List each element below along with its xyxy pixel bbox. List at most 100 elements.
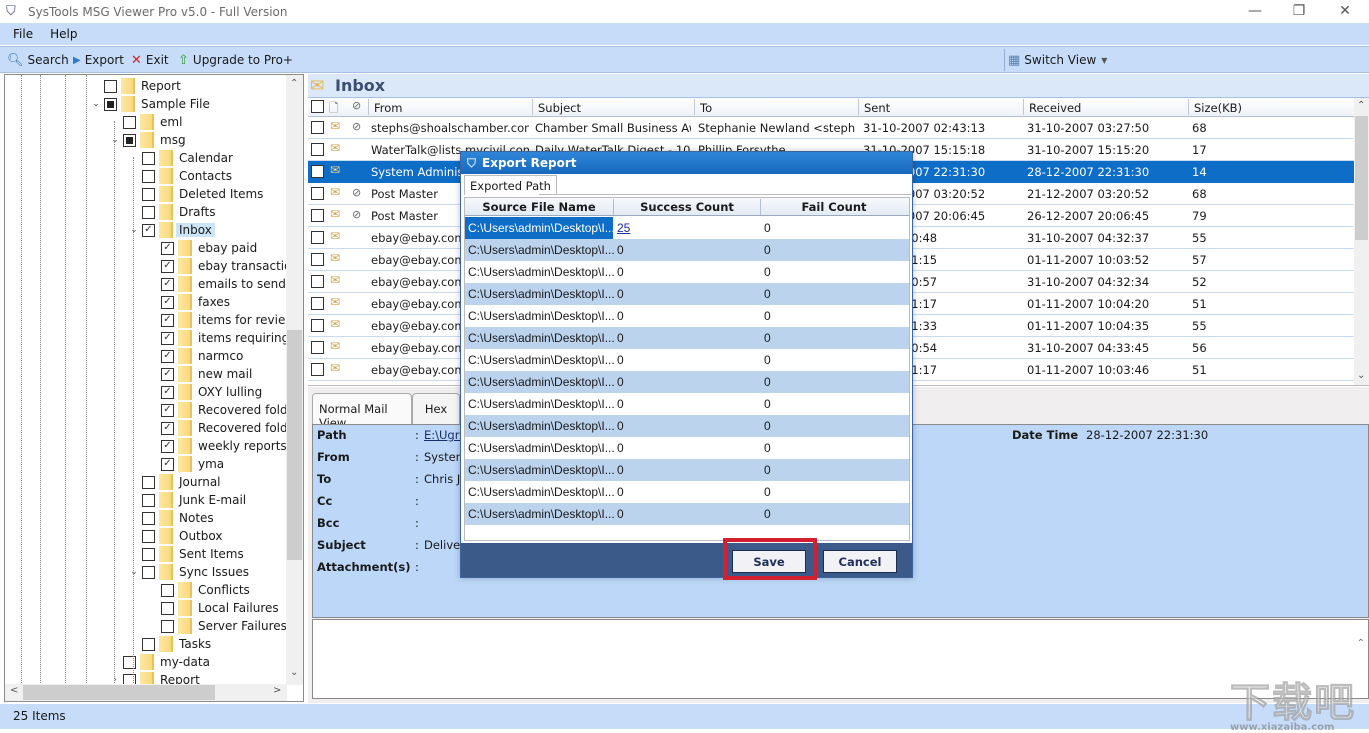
row-checkbox[interactable] bbox=[311, 253, 324, 266]
col-success-count[interactable]: Success Count bbox=[614, 200, 760, 214]
save-button[interactable]: Save bbox=[732, 550, 806, 573]
exit-button[interactable]: ✕ Exit bbox=[131, 47, 169, 73]
tree-checkbox[interactable]: ✓ bbox=[161, 439, 174, 453]
tree-item[interactable]: ✓ narmco bbox=[147, 347, 243, 365]
tree-item[interactable]: ✓ ebay paid bbox=[147, 239, 257, 257]
switch-view-button[interactable]: ▦ Switch View ▼ bbox=[1008, 47, 1107, 73]
report-row[interactable]: C:\Users\admin\Desktop\I... 0 0 bbox=[465, 283, 909, 305]
scroll-up-icon[interactable]: ⌃ bbox=[1357, 100, 1365, 111]
col-source-file-name[interactable]: Source File Name bbox=[465, 200, 613, 214]
tree-item[interactable]: Local Failures bbox=[147, 599, 279, 617]
tree-checkbox[interactable] bbox=[161, 583, 174, 597]
tab-hex[interactable]: Hex bbox=[412, 393, 460, 425]
tree-item[interactable]: ✓ emails to send bbox=[147, 275, 286, 293]
maximize-button[interactable]: ❐ bbox=[1276, 0, 1322, 23]
tree-item[interactable]: Outbox bbox=[128, 527, 222, 545]
tree-hscroll-thumb[interactable] bbox=[23, 685, 215, 700]
scroll-left-icon[interactable]: < bbox=[10, 685, 18, 696]
tree-checkbox[interactable]: ✓ bbox=[161, 385, 174, 399]
tree-horizontal-scrollbar[interactable]: < > bbox=[5, 684, 287, 701]
chevron-down-icon[interactable]: ⌄ bbox=[90, 99, 102, 109]
report-row[interactable]: C:\Users\admin\Desktop\I... 0 0 bbox=[465, 393, 909, 415]
tree-checkbox[interactable] bbox=[142, 565, 155, 579]
dialog-title-bar[interactable]: ⛉ Export Report bbox=[461, 152, 912, 174]
scroll-down-icon[interactable]: ⌄ bbox=[290, 667, 298, 678]
row-checkbox[interactable] bbox=[311, 209, 324, 222]
email-row[interactable]: ✉ ⊘ stephs@shoalschamber.com Chamber Small … bbox=[308, 117, 1354, 139]
tree-item[interactable]: Tasks bbox=[128, 635, 211, 653]
tree-item[interactable]: Server Failures bbox=[147, 617, 287, 635]
tree-checkbox[interactable] bbox=[142, 529, 155, 543]
tree-checkbox[interactable] bbox=[123, 115, 136, 129]
tree-item[interactable]: Contacts bbox=[128, 167, 232, 185]
report-row[interactable]: C:\Users\admin\Desktop\I... 0 0 bbox=[465, 415, 909, 437]
chevron-down-icon[interactable]: ⌄ bbox=[109, 135, 121, 145]
row-checkbox[interactable] bbox=[311, 319, 324, 332]
row-checkbox[interactable] bbox=[311, 363, 324, 376]
select-all-checkbox[interactable] bbox=[311, 100, 324, 113]
row-checkbox[interactable] bbox=[311, 275, 324, 288]
tree-checkbox[interactable] bbox=[104, 97, 117, 111]
tree-item[interactable]: Conflicts bbox=[147, 581, 250, 599]
chevron-down-icon[interactable]: ⌄ bbox=[128, 567, 140, 577]
tree-checkbox[interactable] bbox=[142, 475, 155, 489]
tree-checkbox[interactable]: ✓ bbox=[161, 403, 174, 417]
report-row[interactable]: C:\Users\admin\Desktop\I... 0 0 bbox=[465, 239, 909, 261]
tree-item[interactable]: Calendar bbox=[128, 149, 233, 167]
row-checkbox[interactable] bbox=[311, 231, 324, 244]
row-checkbox[interactable] bbox=[311, 187, 324, 200]
tab-normal-mail-view[interactable]: Normal Mail View bbox=[312, 393, 412, 430]
tree-checkbox[interactable]: ✓ bbox=[161, 367, 174, 381]
tree-checkbox[interactable]: ✓ bbox=[142, 223, 155, 237]
tree-checkbox[interactable] bbox=[123, 655, 136, 669]
report-row[interactable]: C:\Users\admin\Desktop\I... 0 0 bbox=[465, 459, 909, 481]
upgrade-button[interactable]: ⇧ Upgrade to Pro+ bbox=[178, 47, 293, 73]
tree-checkbox[interactable] bbox=[142, 493, 155, 507]
tree-checkbox[interactable]: ✓ bbox=[161, 421, 174, 435]
row-checkbox[interactable] bbox=[311, 341, 324, 354]
tree-item[interactable]: ⌄ Sync Issues bbox=[128, 563, 249, 581]
tree-item[interactable]: ⌄ Sample File bbox=[90, 95, 210, 113]
report-row[interactable]: C:\Users\admin\Desktop\I... 0 0 bbox=[465, 371, 909, 393]
search-button[interactable]: 🔍︎ Search bbox=[7, 47, 69, 73]
report-row[interactable]: C:\Users\admin\Desktop\I... 0 0 bbox=[465, 437, 909, 459]
tree-item[interactable]: ✓ ebay transaction bbox=[147, 257, 299, 275]
tree-item[interactable]: Notes bbox=[128, 509, 214, 527]
tree-item[interactable]: my-data bbox=[109, 653, 210, 671]
tree-checkbox[interactable]: ✓ bbox=[161, 457, 174, 471]
tree-item[interactable]: ✓ faxes bbox=[147, 293, 230, 311]
row-checkbox[interactable] bbox=[311, 143, 324, 156]
tree-checkbox[interactable] bbox=[142, 187, 155, 201]
tree-item[interactable]: ✓ Recovered folde bbox=[147, 401, 295, 419]
tree-item[interactable]: Drafts bbox=[128, 203, 216, 221]
minimize-button[interactable]: — bbox=[1232, 0, 1278, 23]
tree-checkbox[interactable]: ✓ bbox=[161, 277, 174, 291]
folder-tree[interactable]: Report ⌄ Sample File eml ⌄ msg Calendar Contact… bbox=[4, 74, 304, 702]
tree-checkbox[interactable]: ✓ bbox=[161, 241, 174, 255]
tree-checkbox[interactable]: ✓ bbox=[161, 349, 174, 363]
col-fail-count[interactable]: Fail Count bbox=[761, 200, 907, 214]
menu-file[interactable]: File bbox=[13, 27, 33, 41]
report-row[interactable]: C:\Users\admin\Desktop\I... 0 0 bbox=[465, 305, 909, 327]
tree-checkbox[interactable]: ✓ bbox=[161, 313, 174, 327]
col-from[interactable]: From bbox=[374, 101, 403, 115]
report-row[interactable]: C:\Users\admin\Desktop\I... 25 0 bbox=[465, 217, 909, 239]
tree-item[interactable]: Report bbox=[90, 77, 181, 95]
col-received[interactable]: Received bbox=[1029, 101, 1081, 115]
tree-item[interactable]: Deleted Items bbox=[128, 185, 263, 203]
tree-checkbox[interactable]: ✓ bbox=[161, 259, 174, 273]
tree-checkbox[interactable]: ✓ bbox=[161, 295, 174, 309]
tree-checkbox[interactable] bbox=[142, 637, 155, 651]
tree-checkbox[interactable] bbox=[142, 169, 155, 183]
scroll-down-icon[interactable]: ⌄ bbox=[1357, 370, 1365, 381]
email-list-scrollbar[interactable]: ⌃ ⌄ bbox=[1354, 98, 1369, 385]
report-row[interactable]: C:\Users\admin\Desktop\I... 0 0 bbox=[465, 481, 909, 503]
tree-checkbox[interactable] bbox=[142, 511, 155, 525]
tree-item[interactable]: ✓ items for review bbox=[147, 311, 295, 329]
tree-item[interactable]: ✓ new mail bbox=[147, 365, 252, 383]
scroll-right-icon[interactable]: > bbox=[273, 685, 281, 696]
report-row[interactable]: C:\Users\admin\Desktop\I... 0 0 bbox=[465, 327, 909, 349]
tree-item[interactable]: ⌄ msg bbox=[109, 131, 186, 149]
tree-item[interactable]: Junk E-mail bbox=[128, 491, 246, 509]
report-row[interactable]: C:\Users\admin\Desktop\I... 0 0 bbox=[465, 261, 909, 283]
